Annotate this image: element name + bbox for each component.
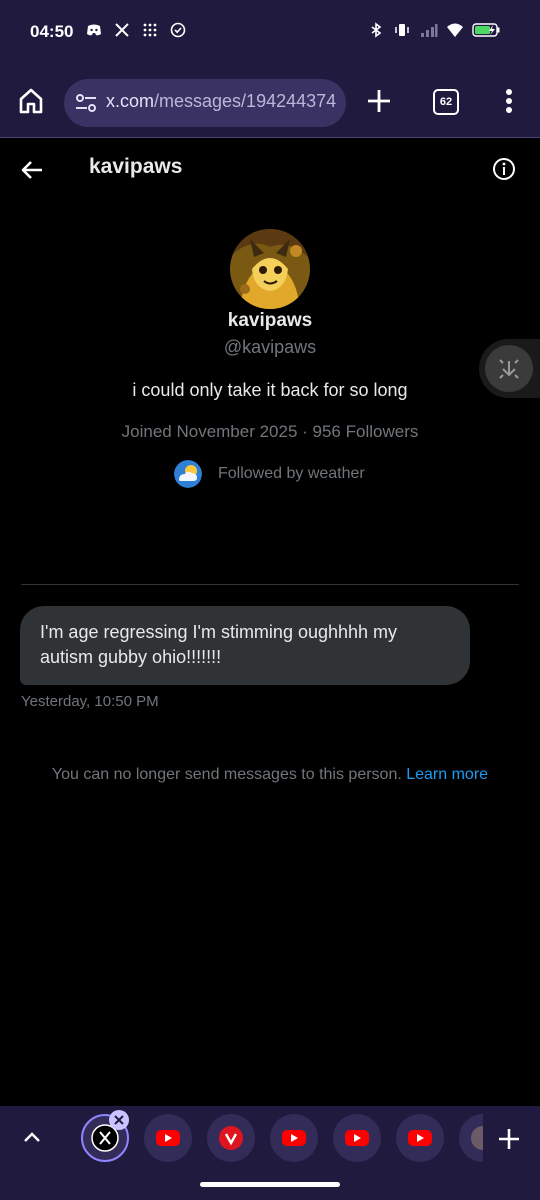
signal-icon [420, 22, 438, 38]
youtube-icon [345, 1130, 369, 1146]
followed-by-row[interactable]: Followed by weather [174, 460, 365, 488]
follower-avatar [174, 460, 202, 488]
partial-tab-icon [471, 1126, 483, 1150]
back-arrow-icon[interactable] [18, 156, 46, 184]
url-path: /messages/194244374 [154, 91, 337, 111]
tab-youtube[interactable] [333, 1114, 381, 1162]
followed-by-text: Followed by weather [218, 465, 365, 482]
home-indicator[interactable] [200, 1182, 340, 1187]
add-tab-icon[interactable] [496, 1126, 522, 1152]
message-timestamp: Yesterday, 10:50 PM [21, 693, 159, 710]
close-tab-icon[interactable] [109, 1110, 129, 1130]
conversation-header: kavipaws [0, 138, 540, 200]
discord-icon [86, 22, 102, 38]
new-tab-button[interactable] [364, 86, 394, 116]
vibrate-icon [394, 22, 410, 38]
youtube-icon [156, 1130, 180, 1146]
wifi-icon [446, 22, 463, 38]
more-menu-icon[interactable] [497, 86, 521, 116]
page-title: kavipaws [89, 155, 183, 178]
site-settings-icon[interactable] [74, 91, 98, 115]
notice-text: You can no longer send messages to this … [51, 766, 402, 783]
gesture-nav-bar [0, 1170, 540, 1200]
browser-toolbar: x.com/messages/194244374 62 [0, 64, 540, 138]
profile-handle: @kavipaws [223, 337, 317, 357]
youtube-icon [282, 1130, 306, 1146]
floating-action-button[interactable] [479, 339, 540, 398]
chevron-up-icon[interactable] [20, 1126, 44, 1150]
dm-disabled-notice: You can no longer send messages to this … [0, 766, 540, 784]
profile-name: kavipaws [227, 310, 313, 331]
tab-switcher-button[interactable]: 62 [433, 89, 459, 115]
battery-charging-icon [472, 22, 502, 38]
tab-youtube[interactable] [270, 1114, 318, 1162]
x-logo-icon [114, 22, 130, 38]
url-text: x.com/messages/194244374 [106, 91, 336, 112]
youtube-icon [408, 1130, 432, 1146]
message-bubble[interactable]: I'm age regressing I'm stimming oughhhh … [20, 606, 470, 685]
profile-avatar[interactable] [230, 229, 310, 309]
tab-youtube[interactable] [396, 1114, 444, 1162]
tab-partial[interactable] [459, 1114, 483, 1162]
status-bar: 04:50 [0, 0, 540, 64]
check-circle-icon [170, 22, 186, 38]
grid-dots-icon [142, 22, 158, 38]
profile-meta: Joined November 2025 · 956 Followers [121, 422, 419, 441]
learn-more-link[interactable]: Learn more [406, 766, 488, 783]
status-time: 04:50 [30, 22, 74, 41]
divider [21, 584, 519, 585]
profile-bio: i could only take it back for so long [132, 380, 408, 400]
home-button[interactable] [16, 86, 46, 116]
app-icon [219, 1126, 243, 1150]
bluetooth-icon [368, 22, 384, 38]
url-domain: x.com [106, 91, 155, 111]
info-icon[interactable] [492, 157, 516, 181]
tab-app[interactable] [207, 1114, 255, 1162]
tab-strip [0, 1106, 540, 1170]
download-spinner-icon [485, 345, 533, 392]
tab-youtube[interactable] [144, 1114, 192, 1162]
address-bar[interactable]: x.com/messages/194244374 [64, 79, 346, 127]
